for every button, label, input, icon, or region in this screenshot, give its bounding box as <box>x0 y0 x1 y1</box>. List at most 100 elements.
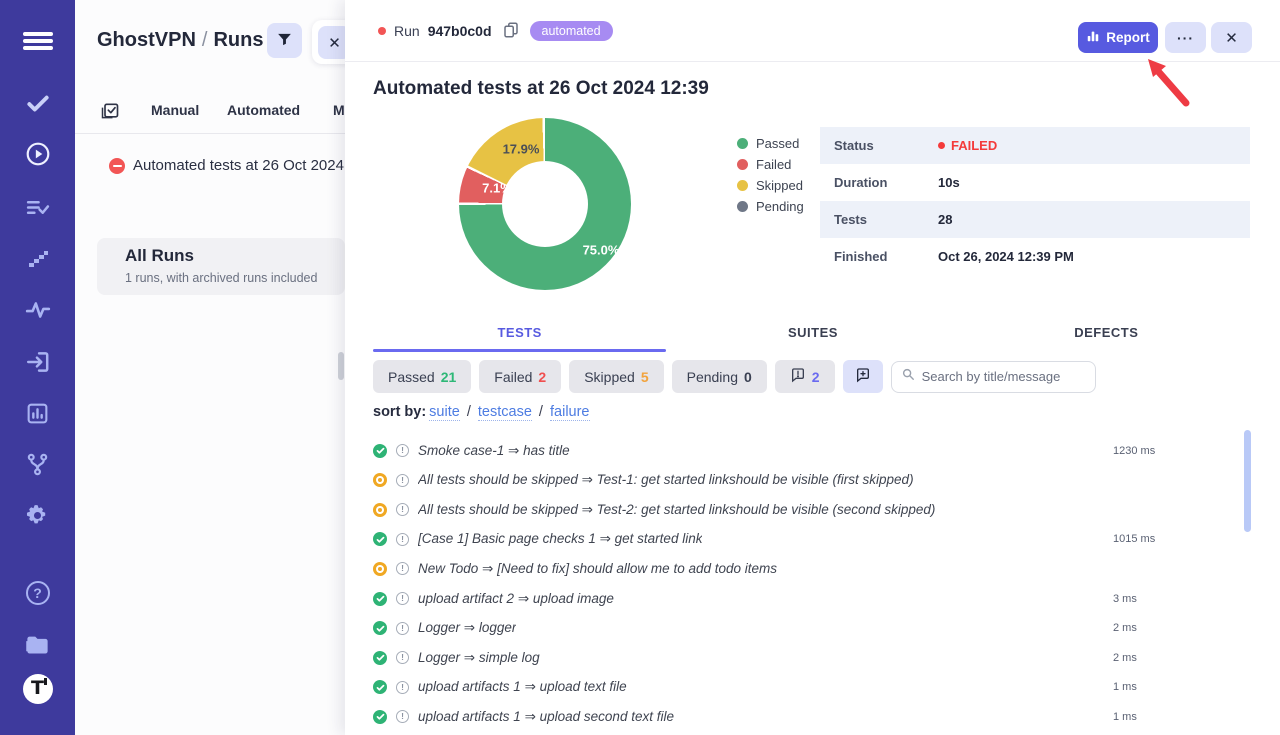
activity-icon[interactable] <box>0 293 75 327</box>
filter-pending-button[interactable]: Pending0 <box>672 360 767 393</box>
runs-panel-scrollbar[interactable] <box>338 352 344 380</box>
steps-icon[interactable] <box>0 242 75 276</box>
breadcrumb-section: Runs <box>213 29 263 51</box>
all-runs-card[interactable]: All Runs 1 runs, with archived runs incl… <box>97 238 345 295</box>
donut-graphic[interactable] <box>459 118 631 290</box>
tab-defects[interactable]: DEFECTS <box>960 318 1253 352</box>
passed-status-icon <box>373 710 387 724</box>
tests-list: !Smoke case-1 ⇒ has title1230 ms!All tes… <box>373 436 1253 731</box>
app-logo[interactable]: T <box>0 672 75 706</box>
comments-filter-button[interactable]: 2 <box>775 360 835 393</box>
test-info-icon[interactable]: ! <box>396 592 409 605</box>
test-row[interactable]: !Logger ⇒ logger2 ms <box>373 613 1253 643</box>
tab-suites[interactable]: SUITES <box>666 318 959 352</box>
test-row[interactable]: !upload artifact 2 ⇒ upload image3 ms <box>373 584 1253 614</box>
test-duration: 2 ms <box>1113 622 1137 634</box>
test-info-icon[interactable]: ! <box>396 651 409 664</box>
tab-automated[interactable]: Automated <box>227 102 300 118</box>
breadcrumb-project[interactable]: GhostVPN <box>97 29 196 51</box>
test-info-icon[interactable]: ! <box>396 503 409 516</box>
test-row[interactable]: !All tests should be skipped ⇒ Test-2: g… <box>373 495 1253 525</box>
check-icon[interactable] <box>0 86 75 120</box>
close-icon: ✕ <box>328 34 341 52</box>
test-info-icon[interactable]: ! <box>396 622 409 635</box>
test-info-icon[interactable]: ! <box>396 444 409 457</box>
passed-status-icon <box>373 444 387 458</box>
test-info-icon[interactable]: ! <box>396 533 409 546</box>
test-row[interactable]: !Smoke case-1 ⇒ has title1230 ms <box>373 436 1253 466</box>
passed-status-icon <box>373 651 387 665</box>
stat-value: 10s <box>938 175 960 190</box>
run-list-item[interactable]: Automated tests at 26 Oct 2024 12:39 <box>75 152 345 182</box>
clear-filter-button[interactable]: ✕ <box>318 26 345 59</box>
legend-label: Skipped <box>756 178 803 193</box>
test-row[interactable]: !upload artifacts 1 ⇒ upload text file1 … <box>373 672 1253 702</box>
legend-label: Failed <box>756 157 791 172</box>
run-tag-badge[interactable]: automated <box>530 21 613 41</box>
legend-item[interactable]: Failed <box>737 157 804 171</box>
projects-folder-icon[interactable] <box>0 627 75 661</box>
test-duration: 1 ms <box>1113 681 1137 693</box>
sort-option-failure[interactable]: failure <box>550 404 590 421</box>
test-title: Smoke case-1 ⇒ has title <box>418 443 570 459</box>
filter-button[interactable] <box>267 23 302 58</box>
test-row[interactable]: !Logger ⇒ simple log2 ms <box>373 643 1253 673</box>
test-row[interactable]: !New Todo ⇒ [Need to fix] should allow m… <box>373 554 1253 584</box>
legend-item[interactable]: Pending <box>737 199 804 213</box>
close-run-button[interactable]: ✕ <box>1211 22 1252 53</box>
legend-label: Passed <box>756 136 799 151</box>
sort-option-suite[interactable]: suite <box>429 404 460 421</box>
results-donut-chart: 75.0% 7.1% 17.9% <box>459 118 631 290</box>
filter-label: Failed <box>494 369 532 385</box>
branches-icon[interactable] <box>0 447 75 481</box>
run-header: Run 947b0c0d automated Report ··· ✕ <box>345 0 1280 62</box>
filter-skipped-button[interactable]: Skipped5 <box>569 360 663 393</box>
stat-row: StatusFAILED <box>820 127 1250 164</box>
filter-failed-button[interactable]: Failed2 <box>479 360 561 393</box>
test-info-icon[interactable]: ! <box>396 562 409 575</box>
help-icon[interactable]: ? <box>0 576 75 610</box>
select-runs-icon[interactable] <box>100 101 120 126</box>
add-comment-button[interactable] <box>843 360 883 393</box>
menu-icon[interactable] <box>0 24 75 58</box>
section-tabs: TESTSSUITESDEFECTS <box>373 318 1253 352</box>
stat-value-text: 10s <box>938 175 960 190</box>
filter-popover: ✕ <box>312 20 345 64</box>
test-row[interactable]: !upload artifacts 1 ⇒ upload second text… <box>373 702 1253 732</box>
sign-in-icon[interactable] <box>0 345 75 379</box>
run-stats-table: StatusFAILEDDuration10sTests28FinishedOc… <box>820 127 1250 275</box>
tab-mixed[interactable]: Mixed <box>333 102 345 118</box>
test-info-icon[interactable]: ! <box>396 681 409 694</box>
tab-manual[interactable]: Manual <box>151 102 199 118</box>
test-row[interactable]: !All tests should be skipped ⇒ Test-1: g… <box>373 466 1253 496</box>
legend-item[interactable]: Skipped <box>737 178 804 192</box>
legend-dot <box>737 138 748 149</box>
report-button[interactable]: Report <box>1078 22 1158 53</box>
run-id: 947b0c0d <box>428 23 492 39</box>
stat-row: FinishedOct 26, 2024 12:39 PM <box>820 238 1250 275</box>
test-info-icon[interactable]: ! <box>396 474 409 487</box>
stat-row: Duration10s <box>820 164 1250 201</box>
stat-value-text: FAILED <box>951 138 997 153</box>
settings-gear-icon[interactable] <box>0 498 75 532</box>
copy-run-id-button[interactable] <box>500 21 522 42</box>
stat-row: Tests28 <box>820 201 1250 238</box>
run-item-title: Automated tests at 26 Oct 2024 12:39 <box>133 157 343 174</box>
sort-option-testcase[interactable]: testcase <box>478 404 532 421</box>
close-icon: ✕ <box>1225 29 1238 47</box>
test-duration: 3 ms <box>1113 593 1137 605</box>
ellipsis-icon: ··· <box>1177 30 1194 46</box>
search-input[interactable] <box>922 369 1098 384</box>
checklist-icon[interactable] <box>0 190 75 224</box>
tab-tests[interactable]: TESTS <box>373 318 666 352</box>
more-options-button[interactable]: ··· <box>1165 22 1206 53</box>
test-info-icon[interactable]: ! <box>396 710 409 723</box>
filter-count: 5 <box>641 369 649 385</box>
legend-item[interactable]: Passed <box>737 136 804 150</box>
play-circle-icon[interactable] <box>0 137 75 171</box>
test-row[interactable]: ![Case 1] Basic page checks 1 ⇒ get star… <box>373 525 1253 555</box>
bar-chart-icon[interactable] <box>0 396 75 430</box>
tests-list-scrollbar[interactable] <box>1244 430 1251 532</box>
passed-status-icon <box>373 592 387 606</box>
filter-passed-button[interactable]: Passed21 <box>373 360 471 393</box>
